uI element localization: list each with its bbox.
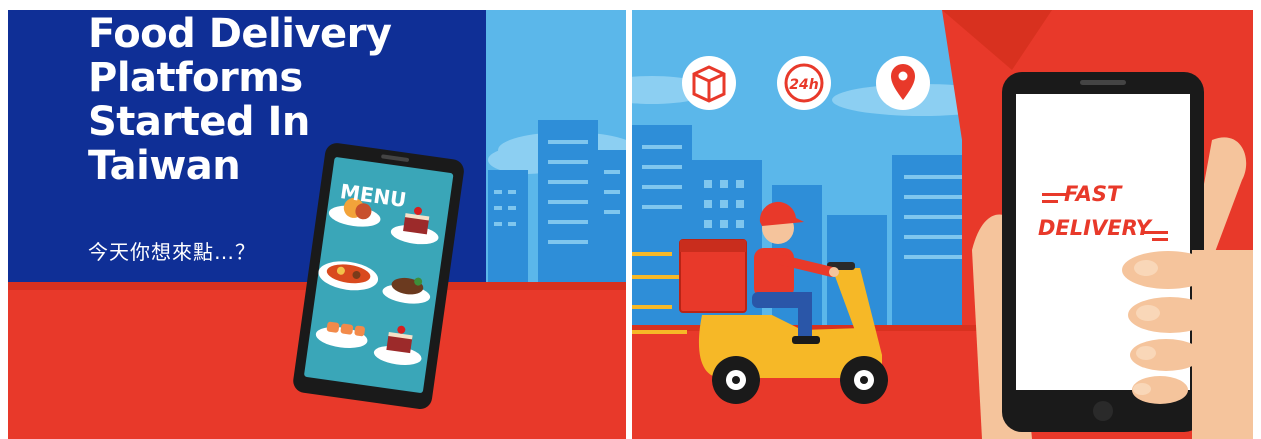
box-icon [682,56,736,110]
left-illustration-panel: Food Delivery Platforms Started In Taiwa… [8,10,626,439]
title-line-1: Food Delivery [88,11,392,57]
fast-label: FAST [1064,182,1122,206]
24h-label: 24h [789,77,818,93]
home-button-icon [1093,401,1113,421]
location-pin-icon [876,56,930,110]
right-illustration-panel: 24h FAST DELIVERY [632,10,1253,439]
24h-icon: 24h [777,56,831,110]
delivery-label: DELIVERY [1038,216,1152,240]
title-line-4: Taiwan [88,143,241,189]
title-line-2: Platforms [88,55,303,101]
title-line-3: Started In [88,99,310,145]
subtitle: 今天你想來點…？ [88,240,256,264]
right-panel-artwork: 24h [632,10,1253,439]
